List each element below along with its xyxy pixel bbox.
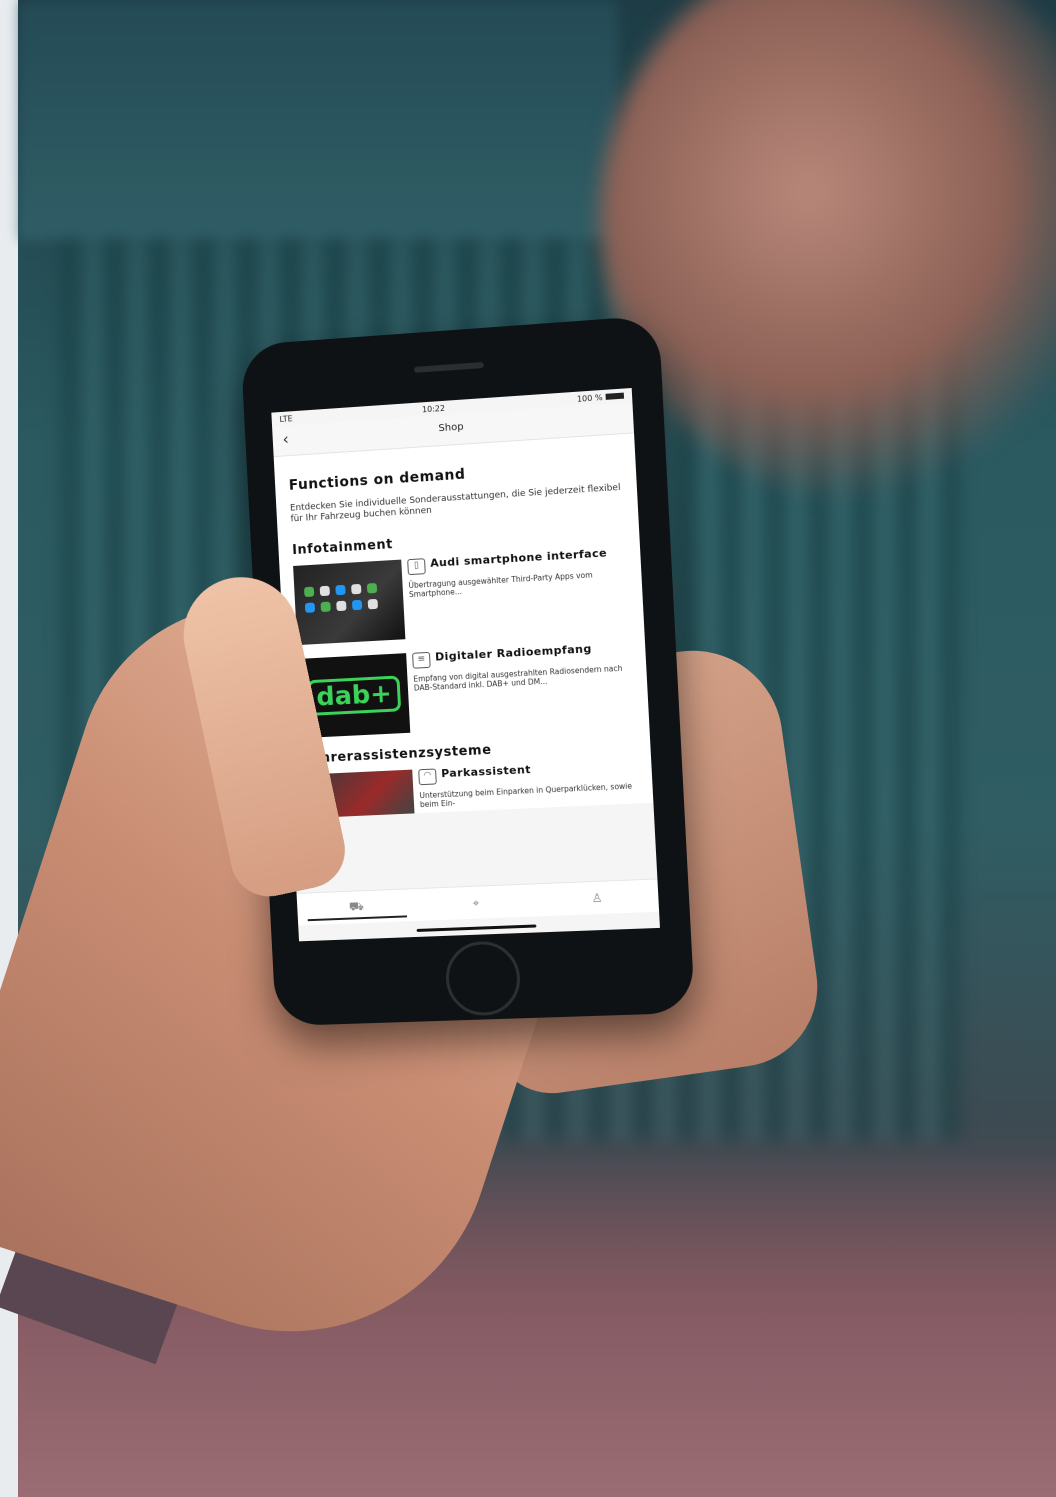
phone-speaker [413, 361, 484, 373]
parking-sensor-icon: ◠ [418, 768, 437, 786]
item-name: Audi smartphone interface [429, 546, 608, 570]
item-name: Digitaler Radioempfang [434, 642, 593, 664]
user-icon: ♙ [591, 890, 603, 906]
smartphone-icon: ▯ [407, 558, 426, 576]
carrier-label: LTE [279, 413, 293, 424]
car-icon: ⛟ [348, 899, 365, 914]
smartphone: LTE 10:22 100 % ‹ Shop Functions on dema… [240, 315, 696, 1027]
photo-scene: LTE 10:22 100 % ‹ Shop Functions on dema… [0, 0, 1056, 1497]
item-description: Empfang von digital ausgestrahlten Radio… [413, 663, 623, 693]
home-indicator [416, 924, 537, 932]
radio-icon: ≡ [412, 651, 431, 669]
list-item-park-assist[interactable]: ◠ Parkassistent Unterstützung beim Einpa… [304, 759, 639, 819]
tab-profile[interactable]: ♙ [535, 879, 659, 916]
background-window [18, 0, 618, 240]
item-name: Parkassistent [440, 763, 532, 781]
battery-indicator: 100 % [577, 391, 625, 403]
location-pin-icon: ⌖ [472, 895, 480, 910]
carplay-thumbnail [293, 559, 406, 646]
battery-icon [605, 392, 625, 400]
tab-map[interactable]: ⌖ [415, 884, 537, 921]
dab-logo: dab+ [306, 675, 402, 716]
clock: 10:22 [421, 403, 446, 414]
shop-content[interactable]: Functions on demand Entdecken Sie indivi… [273, 433, 654, 819]
app-grid [304, 582, 384, 613]
tab-vehicle[interactable]: ⛟ [297, 889, 417, 925]
list-item-digital-radio[interactable]: dab+ ≡ Digitaler Radioempfang Empfang vo… [297, 641, 635, 739]
tab-bar: ⛟ ⌖ ♙ [296, 878, 660, 926]
home-button[interactable] [444, 940, 522, 1017]
list-item-smartphone-interface[interactable]: ▯ Audi smartphone interface Übertragung … [293, 546, 630, 646]
item-description: Unterstützung beim Einparken in Querpark… [419, 781, 633, 810]
